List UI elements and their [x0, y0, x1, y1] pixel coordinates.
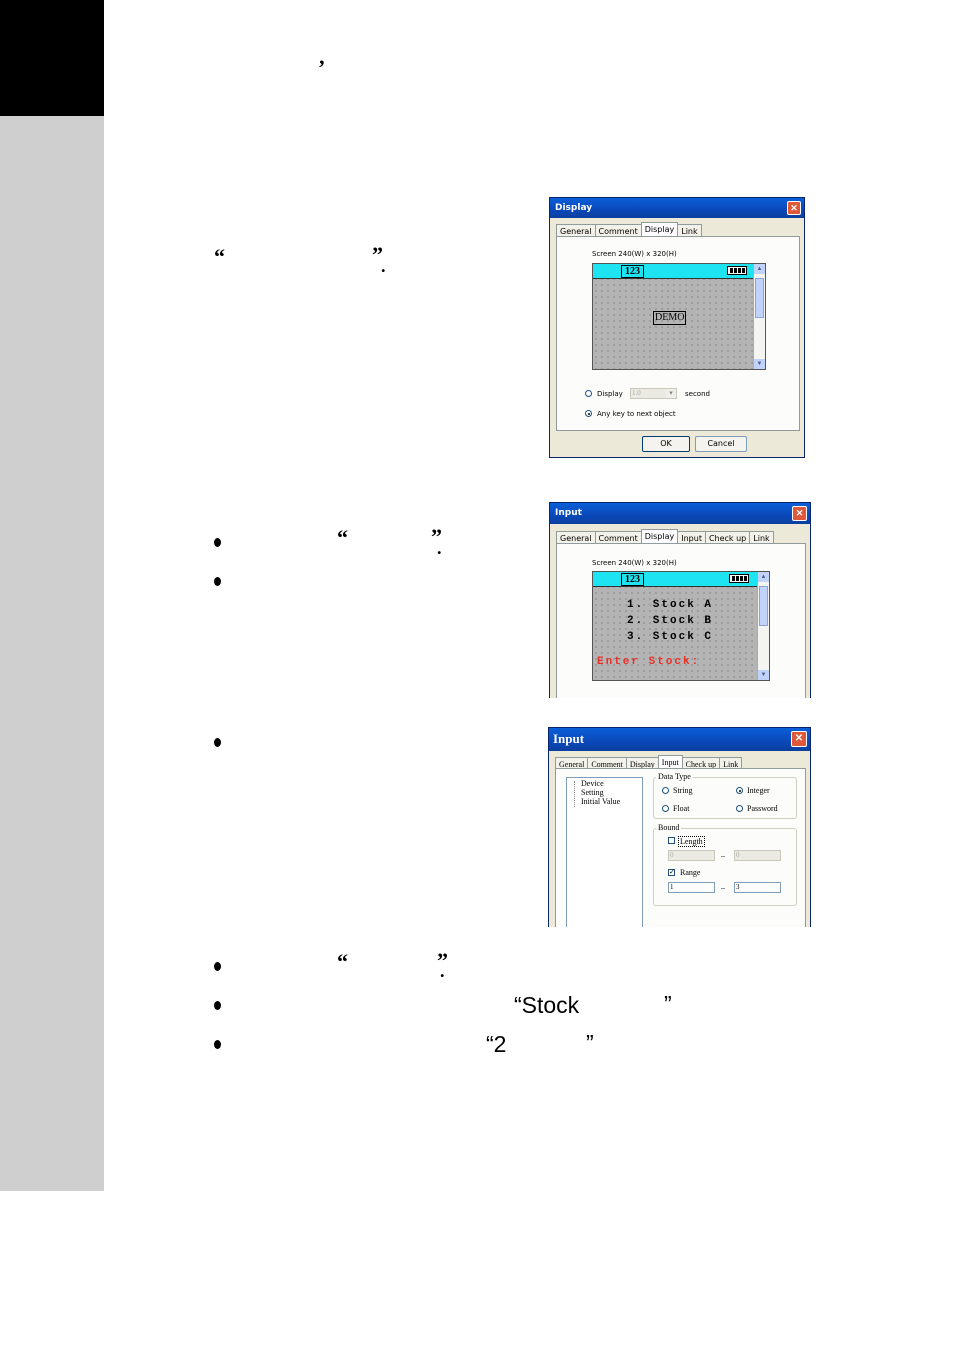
quote-open-1: “ [214, 244, 225, 269]
lcd-line-2: 2. Stock B [627, 615, 714, 627]
display-seconds-value: 1.0 [632, 389, 641, 397]
radio-display[interactable] [585, 390, 592, 397]
lcd-prompt: Enter Stock: [597, 656, 701, 668]
bound-label: Bound [656, 823, 682, 832]
period-2: . [437, 538, 442, 558]
battery-icon [727, 266, 747, 275]
close-icon[interactable]: ✕ [792, 506, 807, 521]
lcd-status-bar: 123 [593, 264, 754, 279]
lcd-line-3: 3. Stock C [627, 631, 714, 643]
range-dash: – [721, 883, 725, 892]
length-dash: – [721, 851, 725, 860]
radio-string-label: String [673, 786, 693, 795]
radio-integer[interactable] [736, 787, 743, 794]
radio-anykey-label: Any key to next object [597, 410, 676, 418]
text-two: “2 [486, 1031, 507, 1057]
bullet-4 [214, 962, 221, 971]
length-max-field[interactable]: 0 [734, 850, 781, 861]
range-checkbox[interactable]: ✓ [668, 869, 675, 876]
range-checkbox-label: Range [680, 868, 701, 877]
tab-display[interactable]: Display [640, 222, 679, 237]
display-dialog-titlebar: Display ✕ [550, 198, 804, 218]
bullet-5 [214, 1001, 221, 1010]
chevron-down-icon[interactable]: ▾ [666, 389, 676, 398]
bullet-3 [214, 738, 221, 747]
lcd-status-bar: 123 [593, 572, 758, 587]
screen-size-label: Screen 240(W) x 320(H) [592, 250, 677, 258]
length-checkbox-label: Length [678, 836, 705, 847]
radio-integer-label: Integer [747, 786, 770, 795]
tree-item-device[interactable]: Device [581, 779, 604, 788]
period-3: . [440, 961, 445, 981]
settings-tree: Device Setting Initial Value [566, 777, 643, 927]
screen-size-label: Screen 240(W) x 320(H) [592, 559, 677, 567]
radio-password-label: Password [747, 804, 778, 813]
scroll-down-icon[interactable]: ▼ [758, 670, 769, 680]
chapter-sidebar-gray [0, 116, 104, 1191]
text-stock: “Stock [514, 992, 580, 1018]
bullet-2 [214, 577, 221, 586]
range-max-field[interactable]: 3 [734, 882, 781, 893]
display-seconds-select[interactable]: 1.0 ▾ [630, 388, 677, 399]
tree-item-setting[interactable]: Setting [581, 788, 604, 797]
input-dialog-title: Input [553, 731, 585, 746]
lcd-number-field: 123 [621, 573, 644, 586]
display-tab-panel: Screen 240(W) x 320(H) 123 DEMO ▲ ▼ Disp… [556, 236, 800, 431]
tab-display[interactable]: Display [640, 529, 679, 544]
close-icon[interactable]: ✕ [787, 201, 801, 215]
text-stock-close: ” [664, 991, 672, 1017]
radio-password[interactable] [736, 805, 743, 812]
cancel-button[interactable]: Cancel [695, 436, 747, 452]
bullet-6 [214, 1040, 221, 1049]
battery-icon [729, 574, 749, 583]
lcd-preview: 123 1. Stock A 2. Stock B 3. Stock C Ent… [592, 571, 770, 681]
bullet-1 [214, 538, 221, 547]
input-display-dialog: Input ✕ General Comment Display Input Ch… [549, 502, 811, 698]
lcd-scrollbar[interactable]: ▲ ▼ [753, 264, 765, 369]
demo-text-box[interactable]: DEMO [653, 311, 687, 325]
radio-display-label: Display [597, 390, 623, 398]
length-min-field[interactable]: 0 [668, 850, 715, 861]
ok-button[interactable]: OK [642, 436, 690, 452]
lcd-scrollbar[interactable]: ▲ ▼ [757, 572, 769, 680]
scroll-down-icon[interactable]: ▼ [754, 359, 765, 369]
input-tab-panel: Device Setting Initial Value Data Type S… [555, 768, 806, 927]
data-type-label: Data Type [656, 772, 693, 781]
display-dialog: Display ✕ General Comment Display Link S… [549, 197, 805, 458]
scroll-thumb[interactable] [759, 586, 768, 626]
close-icon[interactable]: ✕ [791, 731, 807, 747]
input-input-dialog: Input ✕ General Comment Display Input Ch… [548, 727, 811, 927]
lcd-preview: 123 DEMO ▲ ▼ [592, 263, 766, 370]
radio-float[interactable] [662, 805, 669, 812]
second-label: second [685, 390, 710, 398]
chapter-tab-black [0, 0, 104, 116]
scroll-up-icon[interactable]: ▲ [754, 264, 765, 274]
input-dialog-titlebar: Input ✕ [550, 503, 810, 524]
quote-open-2: “ [337, 525, 348, 550]
input-dialog-title: Input [555, 508, 582, 518]
text-two-close: ” [586, 1030, 594, 1056]
display-dialog-title: Display [555, 203, 593, 213]
input-dialog-titlebar: Input ✕ [549, 728, 810, 751]
length-checkbox[interactable] [668, 837, 675, 844]
scroll-thumb[interactable] [755, 278, 764, 318]
tree-item-initial-value[interactable]: Initial Value [581, 797, 620, 806]
comma-mark: ’ [318, 55, 326, 80]
tree-line [574, 781, 576, 807]
input-display-panel: Screen 240(W) x 320(H) 123 1. Stock A 2.… [556, 543, 806, 698]
quote-open-3: “ [337, 949, 348, 974]
scroll-up-icon[interactable]: ▲ [758, 572, 769, 582]
radio-string[interactable] [662, 787, 669, 794]
radio-anykey[interactable] [585, 410, 592, 417]
lcd-line-1: 1. Stock A [627, 599, 714, 611]
radio-float-label: Float [673, 804, 690, 813]
lcd-number-field: 123 [621, 265, 644, 278]
range-min-field[interactable]: 1 [668, 882, 715, 893]
period-1: . [381, 256, 386, 276]
